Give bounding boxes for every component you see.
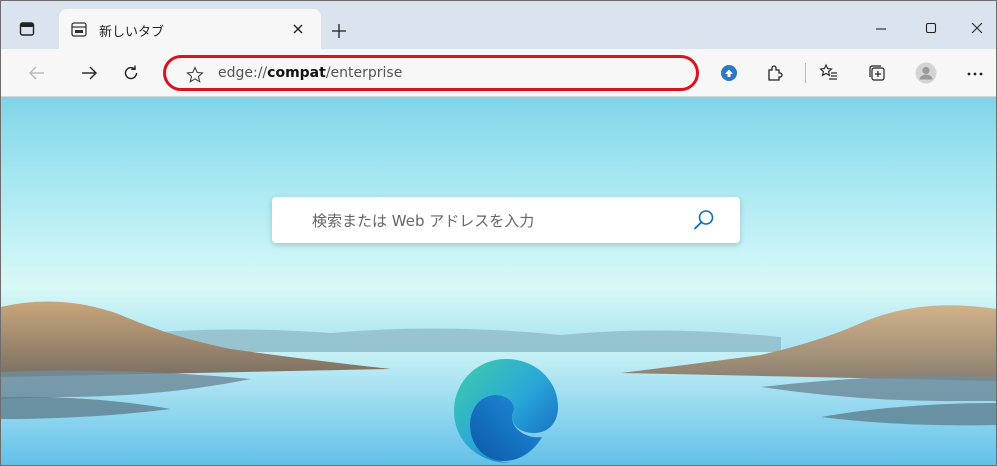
forward-icon[interactable] — [79, 63, 99, 83]
favorites-icon[interactable] — [819, 63, 839, 83]
maximize-icon[interactable] — [921, 18, 941, 38]
tab-strip: 新しいタブ — [1, 1, 996, 49]
url-path: /enterprise — [325, 65, 403, 81]
favorite-star-icon[interactable] — [186, 66, 204, 84]
minimize-icon[interactable] — [871, 18, 891, 38]
more-menu-icon[interactable] — [965, 63, 985, 83]
window-close-icon[interactable] — [967, 18, 987, 38]
search-placeholder: 検索または Web アドレスを入力 — [312, 212, 535, 230]
profile-avatar-icon[interactable] — [915, 62, 937, 84]
search-icon[interactable] — [692, 208, 716, 232]
refresh-icon[interactable] — [121, 63, 141, 83]
extensions-icon[interactable] — [765, 63, 785, 83]
search-box[interactable]: 検索または Web アドレスを入力 — [272, 197, 740, 243]
tab-title: 新しいタブ — [99, 25, 165, 40]
collections-icon[interactable] — [867, 63, 887, 83]
new-tab-page-icon — [71, 22, 87, 37]
shield-extension-icon[interactable] — [719, 63, 739, 83]
toolbar: edge://compat/enterprise — [1, 49, 996, 97]
toolbar-divider — [805, 63, 806, 83]
back-icon[interactable] — [27, 63, 47, 83]
address-url: edge://compat/enterprise — [218, 65, 402, 81]
url-scheme: edge:// — [218, 65, 268, 81]
new-tab-icon[interactable] — [331, 23, 347, 39]
close-tab-icon[interactable] — [291, 21, 305, 35]
address-bar[interactable]: edge://compat/enterprise — [163, 55, 699, 91]
browser-window: 新しいタブ edge://compat/enterprise 検索または Web… — [0, 0, 997, 466]
url-host: compat — [267, 65, 326, 81]
tab-new-tab[interactable]: 新しいタブ — [59, 9, 321, 49]
new-tab-page: 検索または Web アドレスを入力 — [1, 97, 996, 465]
tab-actions-icon[interactable] — [19, 21, 35, 37]
edge-logo-icon — [450, 353, 562, 465]
